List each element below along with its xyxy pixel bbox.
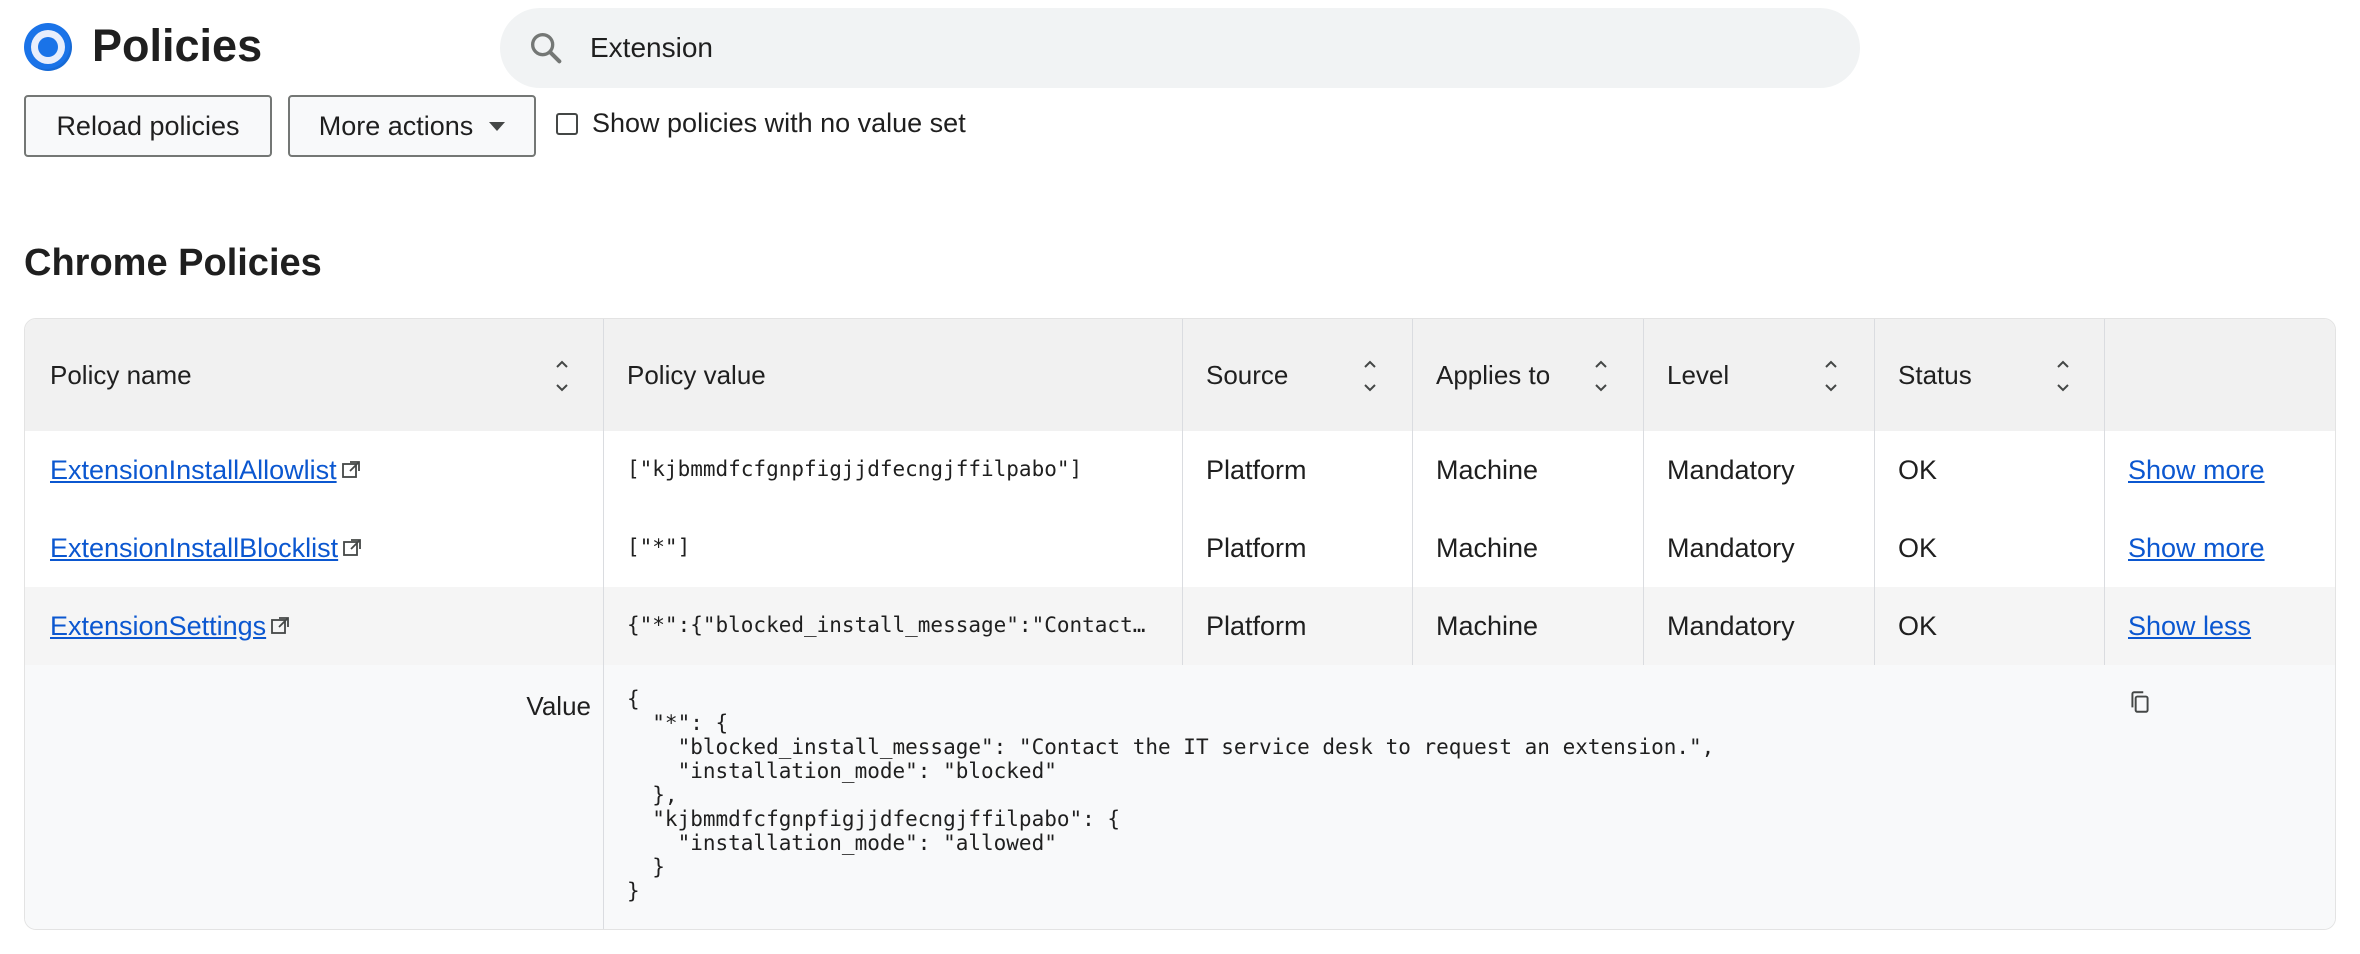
more-actions-button[interactable]: More actions bbox=[288, 95, 536, 157]
policy-name-text: ExtensionInstallAllowlist bbox=[50, 454, 337, 485]
policy-value-json: { "*": { "blocked_install_message": "Con… bbox=[627, 687, 1715, 903]
section-title: Chrome Policies bbox=[24, 242, 322, 284]
policy-level: Mandatory bbox=[1667, 532, 1795, 563]
column-divider bbox=[1874, 319, 1875, 665]
more-actions-label: More actions bbox=[318, 110, 474, 141]
policy-value: {"*":{"blocked_install_message":"Contact… bbox=[627, 613, 1146, 637]
policy-status: OK bbox=[1898, 454, 1938, 485]
external-link-icon bbox=[271, 617, 290, 634]
column-divider bbox=[1412, 319, 1413, 665]
table-row: ExtensionSettings {"*":{"blocked_install… bbox=[25, 587, 2335, 665]
column-divider bbox=[1182, 319, 1183, 665]
policy-applies-to: Machine bbox=[1436, 610, 1539, 641]
policy-status: OK bbox=[1898, 532, 1938, 563]
value-label: Value bbox=[526, 691, 591, 721]
policy-value: ["kjbmmdfcfgnpfigjjdfecngjffilpabo"] bbox=[627, 457, 1083, 481]
copy-icon[interactable] bbox=[2127, 689, 2153, 715]
column-divider bbox=[1643, 319, 1644, 665]
column-divider bbox=[603, 319, 604, 929]
column-header-level: Level bbox=[1667, 359, 1730, 390]
policy-name-link[interactable]: ExtensionInstallAllowlist bbox=[50, 455, 361, 486]
chrome-logo-icon bbox=[24, 23, 72, 71]
sort-icon[interactable] bbox=[2053, 353, 2073, 399]
policy-applies-to: Machine bbox=[1436, 532, 1539, 563]
show-unset-label: Show policies with no value set bbox=[592, 108, 966, 138]
policies-table: Policy name Policy value Source Applies … bbox=[24, 318, 2336, 930]
table-row: ExtensionInstallAllowlist ["kjbmmdfcfgnp… bbox=[25, 431, 2335, 509]
show-more-link[interactable]: Show more bbox=[2128, 533, 2265, 564]
expanded-value-row: Value { "*": { "blocked_install_message"… bbox=[25, 665, 2335, 929]
external-link-icon bbox=[341, 461, 360, 478]
table-row: ExtensionInstallBlocklist ["*"] Platform… bbox=[25, 509, 2335, 587]
policy-name-link[interactable]: ExtensionSettings bbox=[50, 611, 290, 642]
policy-name-text: ExtensionInstallBlocklist bbox=[50, 532, 339, 563]
search-box[interactable] bbox=[500, 8, 1860, 88]
sort-icon[interactable] bbox=[1821, 353, 1841, 399]
column-header-source: Source bbox=[1206, 359, 1289, 390]
policy-source: Platform bbox=[1206, 610, 1307, 641]
show-unset-checkbox[interactable] bbox=[556, 112, 578, 135]
page-title: Policies bbox=[92, 20, 263, 71]
search-icon bbox=[531, 33, 562, 64]
table-header-row: Policy name Policy value Source Applies … bbox=[25, 319, 2335, 432]
reload-policies-button[interactable]: Reload policies bbox=[24, 95, 272, 157]
column-header-status: Status bbox=[1898, 359, 1972, 390]
column-header-applies-to: Applies to bbox=[1436, 359, 1551, 390]
policy-value: ["*"] bbox=[627, 535, 691, 559]
reload-policies-label: Reload policies bbox=[56, 110, 240, 141]
policy-name-text: ExtensionSettings bbox=[50, 610, 267, 641]
external-link-icon bbox=[343, 539, 362, 556]
policy-status: OK bbox=[1898, 610, 1938, 641]
column-header-policy-name: Policy name bbox=[50, 359, 192, 390]
policy-applies-to: Machine bbox=[1436, 454, 1539, 485]
sort-icon[interactable] bbox=[552, 353, 572, 399]
show-less-link[interactable]: Show less bbox=[2128, 611, 2251, 642]
show-unset-toggle[interactable]: Show policies with no value set bbox=[556, 108, 966, 139]
policy-name-link[interactable]: ExtensionInstallBlocklist bbox=[50, 533, 362, 564]
show-more-link[interactable]: Show more bbox=[2128, 455, 2265, 486]
column-divider bbox=[2104, 319, 2105, 665]
sort-icon[interactable] bbox=[1591, 353, 1611, 399]
column-header-policy-value: Policy value bbox=[627, 359, 766, 390]
policy-level: Mandatory bbox=[1667, 454, 1795, 485]
dropdown-arrow-icon bbox=[489, 121, 506, 131]
policy-source: Platform bbox=[1206, 532, 1307, 563]
policy-source: Platform bbox=[1206, 454, 1307, 485]
sort-icon[interactable] bbox=[1360, 353, 1380, 399]
search-input[interactable] bbox=[588, 31, 1792, 65]
policy-level: Mandatory bbox=[1667, 610, 1795, 641]
